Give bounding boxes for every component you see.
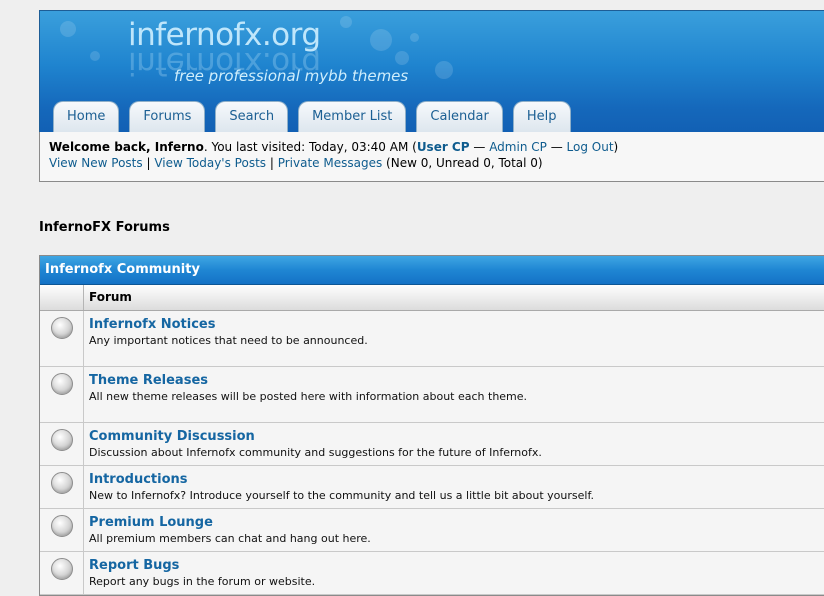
separator: —	[469, 140, 490, 154]
separator: |	[266, 156, 278, 170]
forum-link[interactable]: Infernofx Notices	[89, 316, 368, 333]
close-paren: )	[613, 140, 619, 154]
user-cp-link[interactable]: User CP	[417, 140, 470, 154]
welcome-username: Inferno	[154, 140, 204, 154]
forum-description: New to Infernofx? Introduce yourself to …	[89, 489, 595, 502]
forum-status-off-icon	[51, 373, 73, 395]
tab-calendar[interactable]: Calendar	[416, 101, 503, 132]
forum-status-cell	[40, 367, 84, 422]
board-title: InfernoFX Forums	[39, 220, 170, 235]
pm-counts: (New 0, Unread 0, Total 0)	[382, 156, 543, 170]
tab-forums[interactable]: Forums	[129, 101, 206, 132]
forum-row: Premium Lounge All premium members can c…	[40, 509, 824, 552]
forum-row: Report Bugs Report any bugs in the forum…	[40, 552, 824, 595]
forum-link[interactable]: Introductions	[89, 471, 594, 488]
separator: —	[546, 140, 567, 154]
main-menu: Home Forums Search Member List Calendar …	[53, 101, 571, 132]
separator: |	[142, 156, 155, 170]
forum-status-off-icon	[51, 429, 73, 451]
forum-status-off-icon	[51, 472, 73, 494]
page-wrapper: infernofx.org infernofx.org free profess…	[39, 10, 824, 596]
forum-status-off-icon	[51, 558, 73, 580]
admin-cp-link[interactable]: Admin CP	[489, 140, 547, 154]
forum-link[interactable]: Community Discussion	[89, 428, 542, 445]
forum-row: Infernofx Notices Any important notices …	[40, 311, 824, 367]
category-title[interactable]: Infernofx Community	[40, 256, 824, 284]
column-header-icon	[40, 285, 84, 310]
tab-help[interactable]: Help	[512, 101, 571, 132]
quick-links-line: View New Posts | View Today's Posts | Pr…	[49, 155, 824, 171]
forum-status-cell	[40, 423, 84, 465]
site-header: infernofx.org infernofx.org free profess…	[39, 10, 824, 132]
view-new-posts-link[interactable]: View New Posts	[49, 156, 143, 170]
forum-description: Report any bugs in the forum or website.	[89, 575, 316, 588]
forum-status-off-icon	[51, 317, 73, 339]
category-header: Infernofx Community	[40, 256, 824, 285]
forum-row: Theme Releases All new theme releases wi…	[40, 367, 824, 423]
tab-search[interactable]: Search	[215, 101, 289, 132]
forum-category-table: Infernofx Community Forum Infernofx Noti…	[39, 255, 824, 596]
forum-link[interactable]: Theme Releases	[89, 372, 527, 389]
tab-home[interactable]: Home	[53, 101, 120, 132]
last-visit-text: . You last visited: Today, 03:40 AM (	[203, 140, 417, 154]
forum-row: Community Discussion Discussion about In…	[40, 423, 824, 466]
welcome-line: Welcome back, Inferno. You last visited:…	[49, 139, 824, 155]
forum-link[interactable]: Report Bugs	[89, 557, 315, 574]
private-messages-link[interactable]: Private Messages	[278, 156, 383, 170]
column-header-row: Forum	[40, 285, 824, 311]
forum-description: Any important notices that need to be an…	[89, 334, 368, 347]
forum-link[interactable]: Premium Lounge	[89, 514, 371, 531]
column-header-forum: Forum	[89, 290, 132, 304]
welcome-panel: Welcome back, Inferno. You last visited:…	[39, 132, 824, 182]
logout-link[interactable]: Log Out	[567, 140, 614, 154]
forum-description: All new theme releases will be posted he…	[89, 390, 528, 403]
forum-status-cell	[40, 509, 84, 551]
site-tagline: free professional mybb themes	[174, 67, 409, 85]
tab-member-list[interactable]: Member List	[298, 101, 407, 132]
welcome-prefix: Welcome back,	[49, 140, 155, 154]
forum-status-cell	[40, 552, 84, 594]
forum-status-cell	[40, 311, 84, 366]
forum-description: All premium members can chat and hang ou…	[89, 532, 371, 545]
forum-status-off-icon	[51, 515, 73, 537]
forum-description: Discussion about Infernofx community and…	[89, 446, 542, 459]
view-todays-posts-link[interactable]: View Today's Posts	[154, 156, 266, 170]
forum-status-cell	[40, 466, 84, 508]
forum-row: Introductions New to Infernofx? Introduc…	[40, 466, 824, 509]
